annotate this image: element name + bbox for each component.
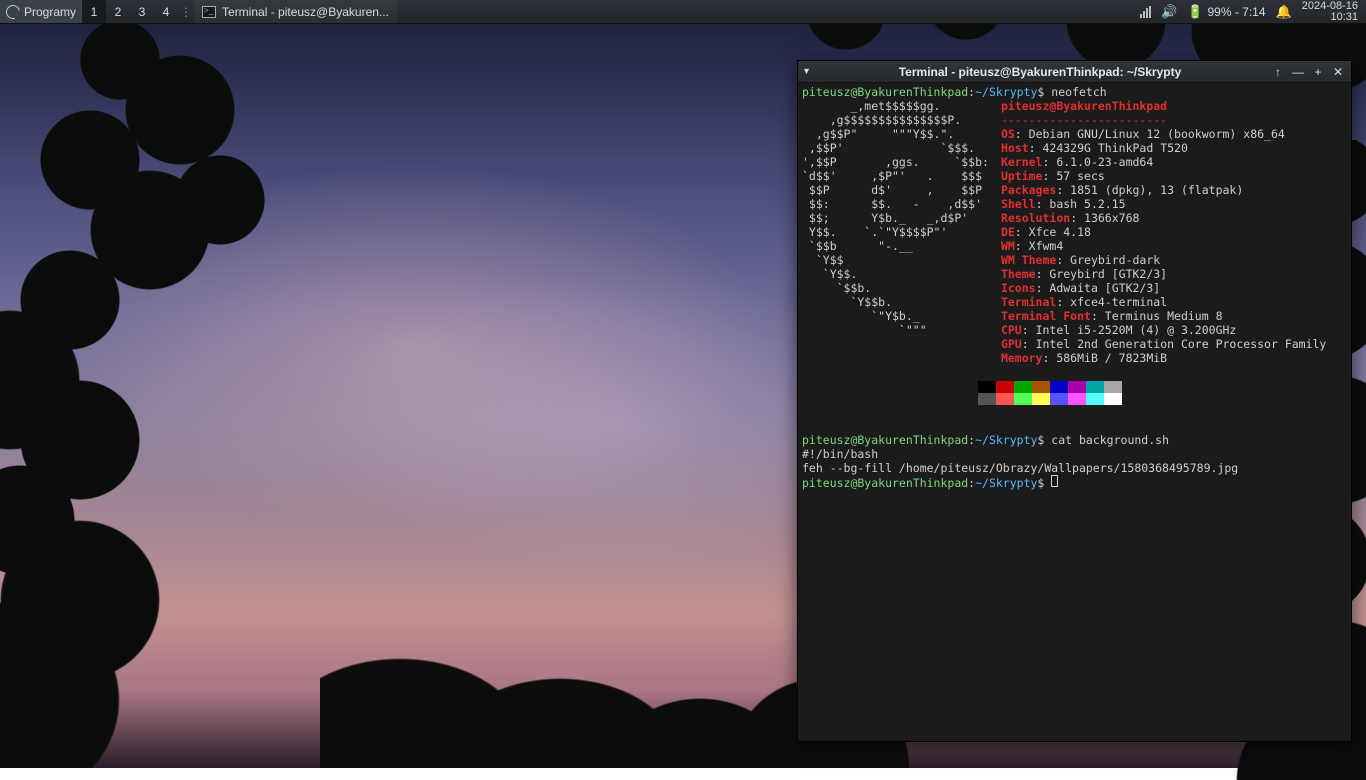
debian-logo-icon (3, 2, 22, 21)
clock-time: 10:31 (1302, 12, 1358, 23)
clock-date: 2024-08-16 (1302, 1, 1358, 12)
terminal-cursor (1051, 475, 1058, 487)
color-swatch (1050, 381, 1068, 393)
xfce-panel: Programy 1234 ⋮ Terminal - piteusz@Byaku… (0, 0, 1366, 24)
color-swatch (1068, 393, 1086, 405)
maximize-button[interactable]: + (1311, 65, 1325, 79)
battery-icon: 🔋 (1187, 4, 1203, 20)
panel-clock[interactable]: 2024-08-16 10:31 (1302, 1, 1358, 23)
prompt-line: piteusz@ByakurenThinkpad:~/Skrypty$ cat … (802, 433, 1169, 447)
color-swatch (1050, 393, 1068, 405)
workspace-3[interactable]: 3 (130, 0, 154, 23)
network-icon[interactable] (1140, 6, 1151, 18)
neofetch-ascii-logo: _,met$$$$$gg. ,g$$$$$$$$$$$$$$$P. ,g$$P"… (802, 99, 989, 365)
wallpaper-tree-left (0, 0, 360, 768)
cat-output-line2: feh --bg-fill /home/piteusz/Obrazy/Wallp… (802, 461, 1238, 475)
notification-bell-icon[interactable]: 🔔 (1276, 4, 1292, 20)
workspace-1[interactable]: 1 (82, 0, 106, 23)
taskbar-item-label: Terminal - piteusz@Byakuren... (222, 5, 389, 19)
color-swatch (1104, 393, 1122, 405)
terminal-window[interactable]: ▾ Terminal - piteusz@ByakurenThinkpad: ~… (797, 60, 1352, 742)
window-menu-icon[interactable]: ▾ (804, 66, 809, 77)
taskbar-item-terminal[interactable]: Terminal - piteusz@Byakuren... (194, 0, 397, 23)
terminal-icon (202, 6, 216, 18)
terminal-body[interactable]: piteusz@ByakurenThinkpad:~/Skrypty$ neof… (798, 83, 1351, 741)
color-swatch (1014, 393, 1032, 405)
color-swatches-row2 (978, 393, 1347, 405)
cat-output-line1: #!/bin/bash (802, 447, 878, 461)
color-swatch (1104, 381, 1122, 393)
color-swatch (996, 381, 1014, 393)
panel-separator-icon: ⋮ (178, 5, 194, 19)
color-swatch (978, 381, 996, 393)
color-swatch (1068, 381, 1086, 393)
volume-icon[interactable]: 🔊 (1161, 4, 1177, 20)
prompt-line: piteusz@ByakurenThinkpad:~/Skrypty$ (802, 476, 1058, 490)
window-titlebar[interactable]: ▾ Terminal - piteusz@ByakurenThinkpad: ~… (798, 61, 1351, 83)
prompt-user: piteusz@ByakurenThinkpad (802, 85, 968, 99)
color-swatch (1032, 393, 1050, 405)
neofetch-info: piteusz@ByakurenThinkpad----------------… (1001, 99, 1326, 365)
window-title: Terminal - piteusz@ByakurenThinkpad: ~/S… (815, 65, 1265, 79)
color-swatch (1086, 381, 1104, 393)
applications-menu[interactable]: Programy (0, 0, 82, 23)
close-button[interactable]: ✕ (1331, 65, 1345, 79)
workspace-2[interactable]: 2 (106, 0, 130, 23)
command-cat: cat background.sh (1051, 433, 1169, 447)
minimize-button[interactable]: — (1291, 65, 1305, 79)
keep-above-button[interactable]: ↑ (1271, 65, 1285, 79)
applications-menu-label: Programy (24, 5, 76, 19)
battery-text: 99% - 7:14 (1207, 5, 1265, 19)
color-swatches-row1 (978, 381, 1347, 393)
prompt-line: piteusz@ByakurenThinkpad:~/Skrypty$ neof… (802, 85, 1107, 99)
color-swatch (978, 393, 996, 405)
color-swatch (1086, 393, 1104, 405)
prompt-path: ~/Skrypty (975, 85, 1037, 99)
battery-indicator[interactable]: 🔋 99% - 7:14 (1187, 4, 1265, 20)
workspace-switcher: 1234 (82, 0, 178, 23)
workspace-4[interactable]: 4 (154, 0, 178, 23)
color-swatch (1014, 381, 1032, 393)
command-neofetch: neofetch (1051, 85, 1106, 99)
color-swatch (996, 393, 1014, 405)
color-swatch (1032, 381, 1050, 393)
